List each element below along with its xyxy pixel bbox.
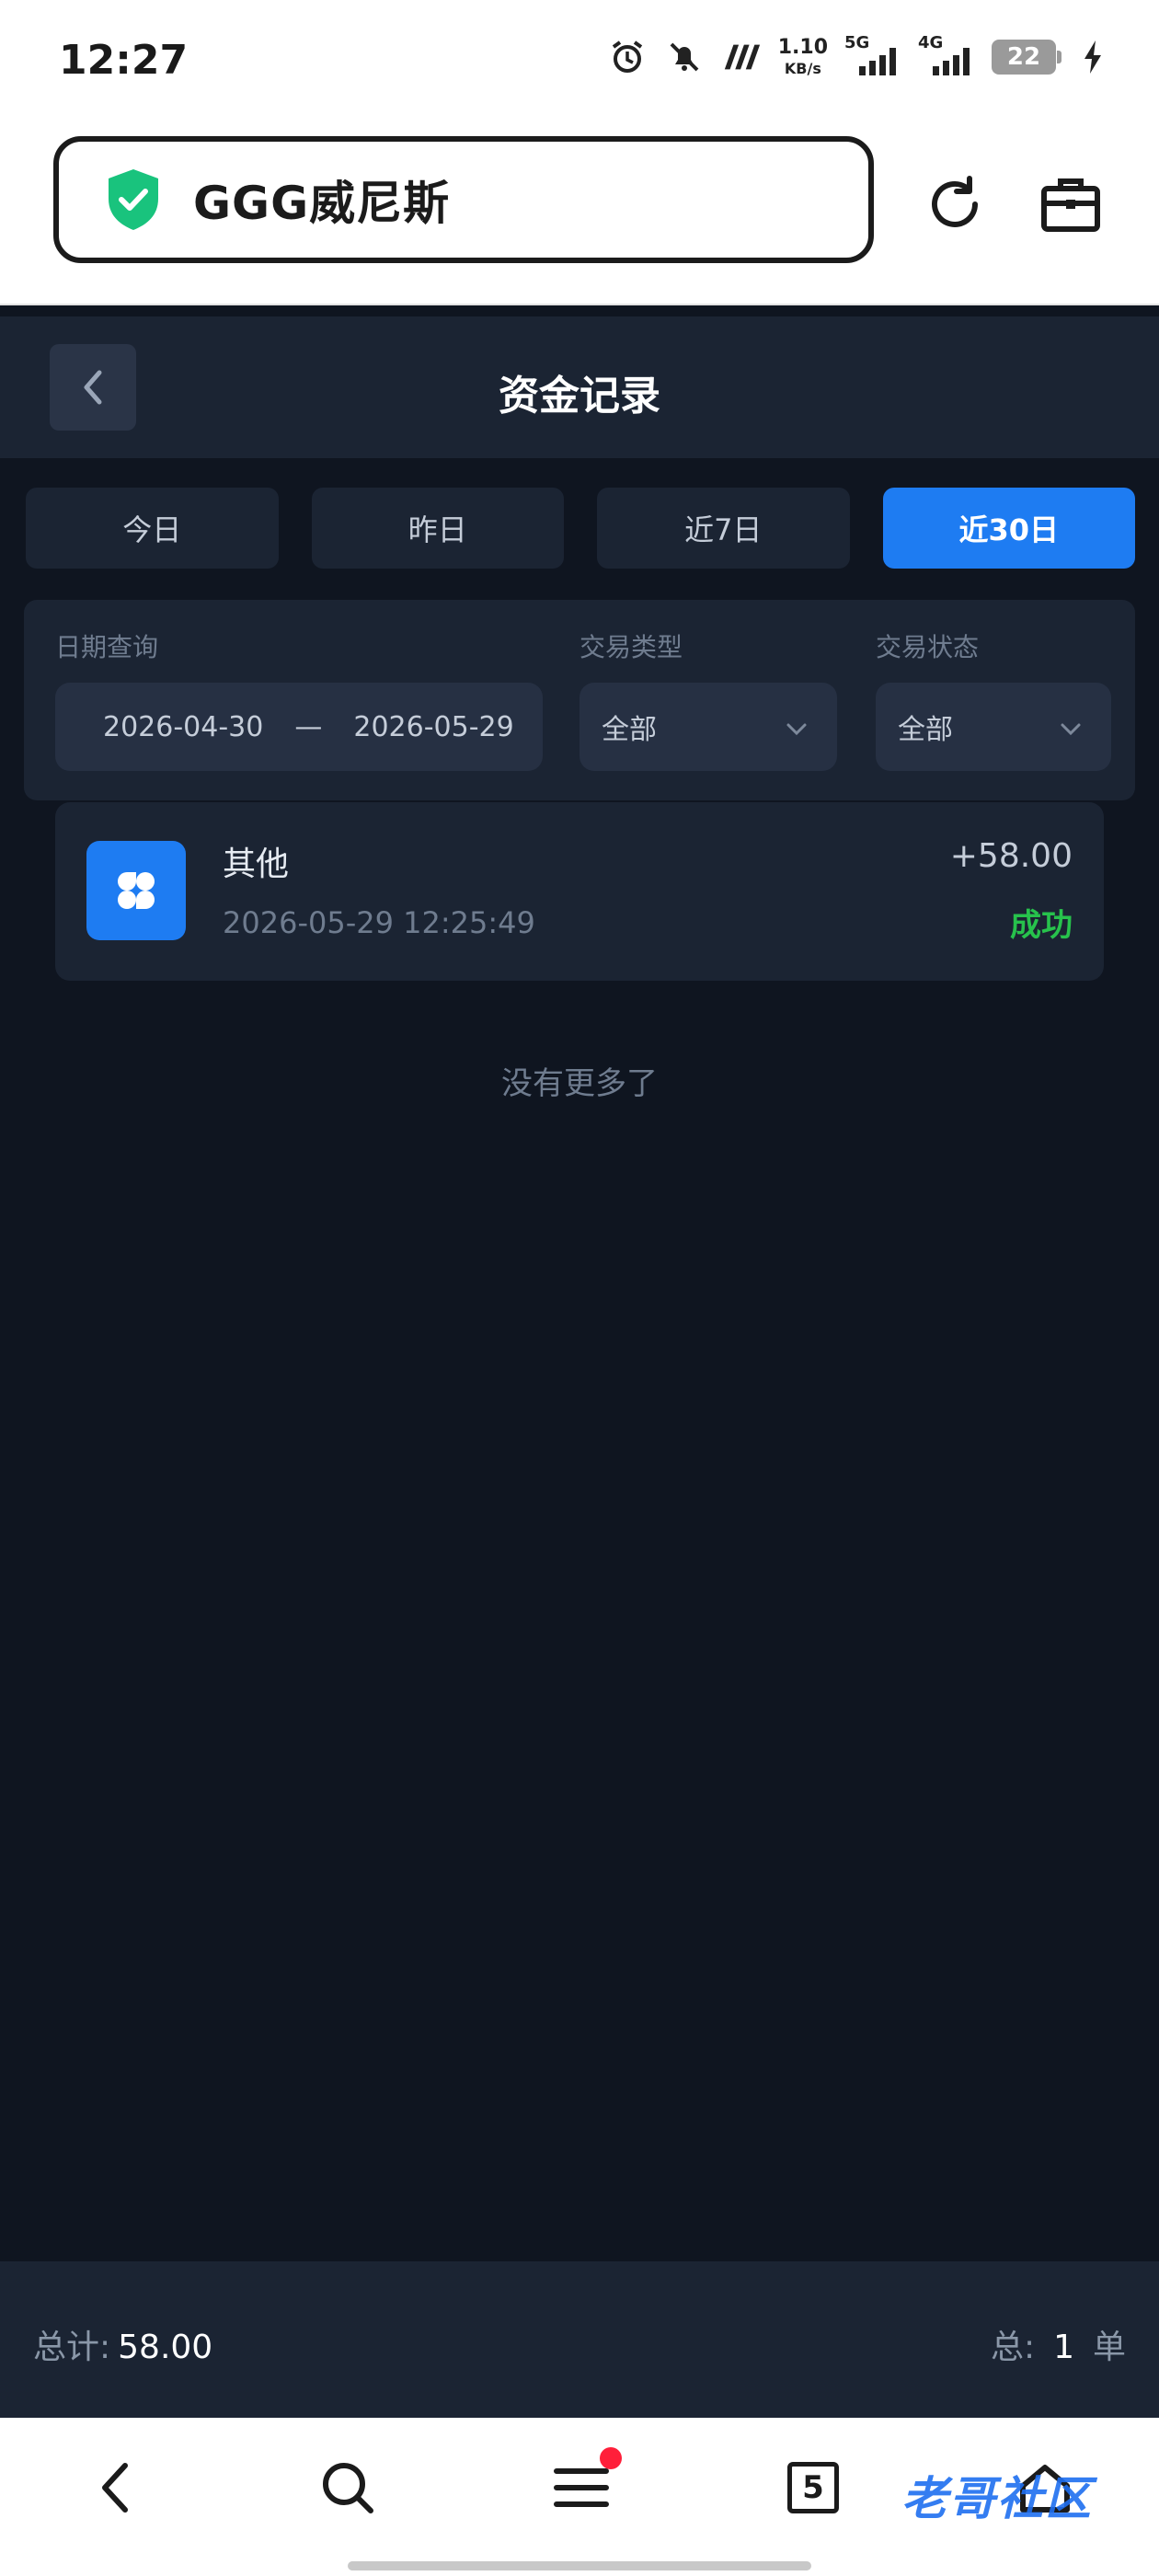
transaction-status-select[interactable]: 全部 bbox=[876, 683, 1111, 771]
tab-yesterday[interactable]: 昨日 bbox=[311, 488, 564, 569]
count-unit: 单 bbox=[1092, 2329, 1126, 2366]
tab-7-days[interactable]: 近7日 bbox=[597, 488, 850, 569]
menu-icon bbox=[554, 2468, 609, 2507]
date-query-label: 日期查询 bbox=[55, 632, 159, 662]
date-separator: — bbox=[294, 710, 323, 743]
app-header: 资金记录 bbox=[0, 316, 1159, 458]
page-title: 资金记录 bbox=[499, 373, 660, 420]
nfc-icon bbox=[721, 37, 762, 77]
status-icons: 1.10 KB/s 5G 4G 22 bbox=[607, 33, 1113, 77]
battery-indicator: 22 bbox=[992, 40, 1061, 75]
count-value: 1 bbox=[1053, 2329, 1074, 2366]
nav-search-button[interactable] bbox=[311, 2451, 384, 2524]
record-status: 成功 bbox=[1010, 907, 1073, 944]
total-count: 总: 1 单 bbox=[991, 2320, 1126, 2368]
search-icon bbox=[323, 2463, 373, 2513]
total-amount: 总计: 58.00 bbox=[33, 2320, 212, 2368]
refresh-button[interactable] bbox=[918, 167, 992, 241]
alarm-icon bbox=[607, 37, 648, 77]
total-label: 总计: bbox=[33, 2329, 111, 2366]
transaction-type-select[interactable]: 全部 bbox=[580, 683, 837, 771]
network-speed: 1.10 KB/s bbox=[777, 36, 828, 77]
record-time: 2026-05-29 12:25:49 bbox=[223, 905, 535, 940]
page-title-in-address-bar: GGG威尼斯 bbox=[193, 177, 451, 230]
signal-4g-icon: 4G bbox=[918, 33, 975, 75]
address-bar[interactable]: GGG威尼斯 bbox=[53, 136, 874, 263]
chevron-down-icon bbox=[1061, 723, 1081, 736]
date-range-picker[interactable]: 2026-04-30 — 2026-05-29 bbox=[55, 683, 543, 771]
record-amount: +58.00 bbox=[949, 837, 1073, 875]
watermark-logo: 老哥社区 bbox=[901, 2472, 1093, 2525]
nav-menu-button[interactable] bbox=[545, 2447, 622, 2524]
filter-panel: 日期查询 交易类型 交易状态 2026-04-30 — 2026-05-29 全… bbox=[24, 600, 1135, 800]
record-type: 其他 bbox=[223, 845, 290, 883]
date-range-tabs: 今日 昨日 近7日 近30日 bbox=[26, 488, 1135, 569]
clover-grid-icon bbox=[118, 872, 155, 909]
date-start: 2026-04-30 bbox=[103, 710, 264, 743]
charging-icon bbox=[1073, 37, 1113, 77]
bell-muted-icon bbox=[664, 37, 705, 77]
total-value: 58.00 bbox=[118, 2329, 213, 2366]
refresh-icon bbox=[932, 176, 978, 227]
list-item[interactable]: 其他 2026-05-29 12:25:49 +58.00 成功 bbox=[55, 802, 1104, 981]
nav-tabs-button[interactable]: 5 bbox=[776, 2451, 850, 2524]
no-more-text: 没有更多了 bbox=[501, 1065, 658, 1102]
transaction-status-label: 交易状态 bbox=[876, 632, 980, 662]
chevron-left-icon bbox=[102, 2463, 128, 2513]
tab-today[interactable]: 今日 bbox=[26, 488, 279, 569]
transaction-status-value: 全部 bbox=[898, 714, 953, 746]
shield-check-icon bbox=[105, 167, 162, 232]
gesture-home-indicator[interactable] bbox=[348, 2561, 811, 2570]
summary-bar: 总计: 58.00 总: 1 单 bbox=[0, 2261, 1159, 2418]
chevron-down-icon bbox=[786, 723, 807, 736]
signal-5g-icon: 5G bbox=[844, 33, 901, 75]
tab-count: 5 bbox=[787, 2462, 839, 2513]
toolbox-button[interactable] bbox=[1034, 167, 1107, 241]
toolbox-icon bbox=[1041, 178, 1100, 232]
nav-back-button[interactable] bbox=[79, 2451, 153, 2524]
status-time: 12:27 bbox=[59, 37, 189, 84]
count-label: 总: bbox=[990, 2329, 1036, 2366]
notification-dot bbox=[600, 2447, 622, 2469]
browser-toolbar: GGG威尼斯 bbox=[0, 125, 1159, 305]
transaction-type-value: 全部 bbox=[602, 714, 657, 746]
tab-30-days[interactable]: 近30日 bbox=[882, 488, 1135, 569]
transaction-type-label: 交易类型 bbox=[580, 632, 683, 662]
date-end: 2026-05-29 bbox=[353, 710, 514, 743]
category-icon bbox=[86, 841, 186, 940]
status-bar: 12:27 1.10 KB/s 5G 4G 22 bbox=[0, 0, 1159, 125]
